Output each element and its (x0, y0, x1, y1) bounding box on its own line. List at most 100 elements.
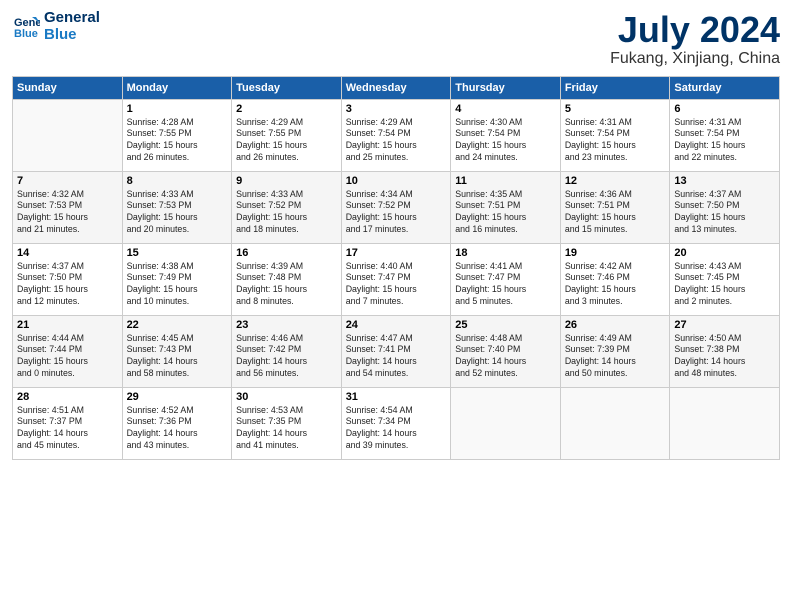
calendar-header-row: SundayMondayTuesdayWednesdayThursdayFrid… (13, 76, 780, 99)
cell-info: Sunrise: 4:49 AM Sunset: 7:39 PM Dayligh… (565, 333, 666, 381)
title-block: July 2024 Fukang, Xinjiang, China (610, 10, 780, 68)
calendar-cell: 18Sunrise: 4:41 AM Sunset: 7:47 PM Dayli… (451, 243, 561, 315)
calendar-row-1: 1Sunrise: 4:28 AM Sunset: 7:55 PM Daylig… (13, 99, 780, 171)
day-number: 3 (346, 103, 447, 115)
cell-info: Sunrise: 4:32 AM Sunset: 7:53 PM Dayligh… (17, 189, 118, 237)
day-number: 31 (346, 391, 447, 403)
day-number: 14 (17, 247, 118, 259)
calendar-cell: 17 Sunrise: 4:40 AM Sunset: 7:47 PM Dayli… (341, 243, 451, 315)
cell-info: Sunrise: 4:43 AM Sunset: 7:45 PM Dayligh… (674, 261, 775, 309)
calendar-cell: 10 Sunrise: 4:34 AM Sunset: 7:52 PM Dayli… (341, 171, 451, 243)
logo-icon: General Blue (12, 13, 40, 41)
cell-info: Sunrise: 4:29 AM Sunset: 7:54 PM Dayligh… (346, 117, 447, 165)
calendar-cell: 21Sunrise: 4:44 AM Sunset: 7:44 PM Dayli… (13, 315, 123, 387)
col-header-monday: Monday (122, 76, 232, 99)
calendar-cell: 27 Sunrise: 4:50 AM Sunset: 7:38 PM Dayli… (670, 315, 780, 387)
cell-info: Sunrise: 4:54 AM Sunset: 7:34 PM Dayligh… (346, 405, 447, 453)
calendar-cell: 16 Sunrise: 4:39 AM Sunset: 7:48 PM Dayli… (232, 243, 342, 315)
calendar-cell: 4 Sunrise: 4:30 AM Sunset: 7:54 PM Daylig… (451, 99, 561, 171)
col-header-sunday: Sunday (13, 76, 123, 99)
day-number: 27 (674, 319, 775, 331)
cell-info: Sunrise: 4:36 AM Sunset: 7:51 PM Dayligh… (565, 189, 666, 237)
day-number: 16 (236, 247, 337, 259)
cell-info: Sunrise: 4:53 AM Sunset: 7:35 PM Dayligh… (236, 405, 337, 453)
calendar-cell (560, 387, 670, 459)
cell-info: Sunrise: 4:47 AM Sunset: 7:41 PM Dayligh… (346, 333, 447, 381)
cell-info: Sunrise: 4:40 AM Sunset: 7:47 PM Dayligh… (346, 261, 447, 309)
subtitle: Fukang, Xinjiang, China (610, 50, 780, 68)
cell-info: Sunrise: 4:52 AM Sunset: 7:36 PM Dayligh… (127, 405, 228, 453)
calendar-cell: 15 Sunrise: 4:38 AM Sunset: 7:49 PM Dayli… (122, 243, 232, 315)
calendar-cell: 11Sunrise: 4:35 AM Sunset: 7:51 PM Dayli… (451, 171, 561, 243)
calendar-cell: 7 Sunrise: 4:32 AM Sunset: 7:53 PM Daylig… (13, 171, 123, 243)
logo-line1: General (44, 10, 100, 27)
calendar-cell: 14 Sunrise: 4:37 AM Sunset: 7:50 PM Dayli… (13, 243, 123, 315)
day-number: 26 (565, 319, 666, 331)
col-header-saturday: Saturday (670, 76, 780, 99)
main-title: July 2024 (610, 10, 780, 50)
calendar-cell: 6 Sunrise: 4:31 AM Sunset: 7:54 PM Daylig… (670, 99, 780, 171)
cell-info: Sunrise: 4:31 AM Sunset: 7:54 PM Dayligh… (674, 117, 775, 165)
calendar-row-2: 7 Sunrise: 4:32 AM Sunset: 7:53 PM Daylig… (13, 171, 780, 243)
cell-info: Sunrise: 4:29 AM Sunset: 7:55 PM Dayligh… (236, 117, 337, 165)
day-number: 4 (455, 103, 556, 115)
calendar-cell: 31 Sunrise: 4:54 AM Sunset: 7:34 PM Dayli… (341, 387, 451, 459)
cell-info: Sunrise: 4:38 AM Sunset: 7:49 PM Dayligh… (127, 261, 228, 309)
day-number: 23 (236, 319, 337, 331)
cell-info: Sunrise: 4:31 AM Sunset: 7:54 PM Dayligh… (565, 117, 666, 165)
day-number: 7 (17, 175, 118, 187)
calendar-cell (670, 387, 780, 459)
calendar-cell: 29Sunrise: 4:52 AM Sunset: 7:36 PM Dayli… (122, 387, 232, 459)
calendar-cell (451, 387, 561, 459)
cell-info: Sunrise: 4:37 AM Sunset: 7:50 PM Dayligh… (674, 189, 775, 237)
day-number: 25 (455, 319, 556, 331)
day-number: 11 (455, 175, 556, 187)
day-number: 10 (346, 175, 447, 187)
cell-info: Sunrise: 4:30 AM Sunset: 7:54 PM Dayligh… (455, 117, 556, 165)
cell-info: Sunrise: 4:34 AM Sunset: 7:52 PM Dayligh… (346, 189, 447, 237)
cell-info: Sunrise: 4:50 AM Sunset: 7:38 PM Dayligh… (674, 333, 775, 381)
day-number: 9 (236, 175, 337, 187)
day-number: 17 (346, 247, 447, 259)
cell-info: Sunrise: 4:42 AM Sunset: 7:46 PM Dayligh… (565, 261, 666, 309)
cell-info: Sunrise: 4:39 AM Sunset: 7:48 PM Dayligh… (236, 261, 337, 309)
cell-info: Sunrise: 4:33 AM Sunset: 7:52 PM Dayligh… (236, 189, 337, 237)
cell-info: Sunrise: 4:44 AM Sunset: 7:44 PM Dayligh… (17, 333, 118, 381)
calendar-cell: 24 Sunrise: 4:47 AM Sunset: 7:41 PM Dayli… (341, 315, 451, 387)
calendar-cell: 3 Sunrise: 4:29 AM Sunset: 7:54 PM Daylig… (341, 99, 451, 171)
day-number: 8 (127, 175, 228, 187)
day-number: 20 (674, 247, 775, 259)
calendar-cell (13, 99, 123, 171)
col-header-tuesday: Tuesday (232, 76, 342, 99)
day-number: 24 (346, 319, 447, 331)
calendar-cell: 1Sunrise: 4:28 AM Sunset: 7:55 PM Daylig… (122, 99, 232, 171)
calendar-row-4: 21Sunrise: 4:44 AM Sunset: 7:44 PM Dayli… (13, 315, 780, 387)
cell-info: Sunrise: 4:33 AM Sunset: 7:53 PM Dayligh… (127, 189, 228, 237)
day-number: 13 (674, 175, 775, 187)
day-number: 15 (127, 247, 228, 259)
calendar-cell: 5 Sunrise: 4:31 AM Sunset: 7:54 PM Daylig… (560, 99, 670, 171)
col-header-friday: Friday (560, 76, 670, 99)
calendar-row-3: 14 Sunrise: 4:37 AM Sunset: 7:50 PM Dayli… (13, 243, 780, 315)
col-header-wednesday: Wednesday (341, 76, 451, 99)
col-header-thursday: Thursday (451, 76, 561, 99)
calendar-cell: 26 Sunrise: 4:49 AM Sunset: 7:39 PM Dayli… (560, 315, 670, 387)
day-number: 5 (565, 103, 666, 115)
day-number: 28 (17, 391, 118, 403)
day-number: 22 (127, 319, 228, 331)
calendar-cell: 2 Sunrise: 4:29 AM Sunset: 7:55 PM Daylig… (232, 99, 342, 171)
day-number: 30 (236, 391, 337, 403)
day-number: 2 (236, 103, 337, 115)
calendar-cell: 8 Sunrise: 4:33 AM Sunset: 7:53 PM Daylig… (122, 171, 232, 243)
calendar-cell: 19Sunrise: 4:42 AM Sunset: 7:46 PM Dayli… (560, 243, 670, 315)
day-number: 12 (565, 175, 666, 187)
cell-info: Sunrise: 4:45 AM Sunset: 7:43 PM Dayligh… (127, 333, 228, 381)
svg-text:Blue: Blue (14, 28, 38, 40)
day-number: 18 (455, 247, 556, 259)
calendar-cell: 12 Sunrise: 4:36 AM Sunset: 7:51 PM Dayli… (560, 171, 670, 243)
calendar-cell: 9 Sunrise: 4:33 AM Sunset: 7:52 PM Daylig… (232, 171, 342, 243)
cell-info: Sunrise: 4:28 AM Sunset: 7:55 PM Dayligh… (127, 117, 228, 165)
cell-info: Sunrise: 4:37 AM Sunset: 7:50 PM Dayligh… (17, 261, 118, 309)
cell-info: Sunrise: 4:48 AM Sunset: 7:40 PM Dayligh… (455, 333, 556, 381)
day-number: 6 (674, 103, 775, 115)
